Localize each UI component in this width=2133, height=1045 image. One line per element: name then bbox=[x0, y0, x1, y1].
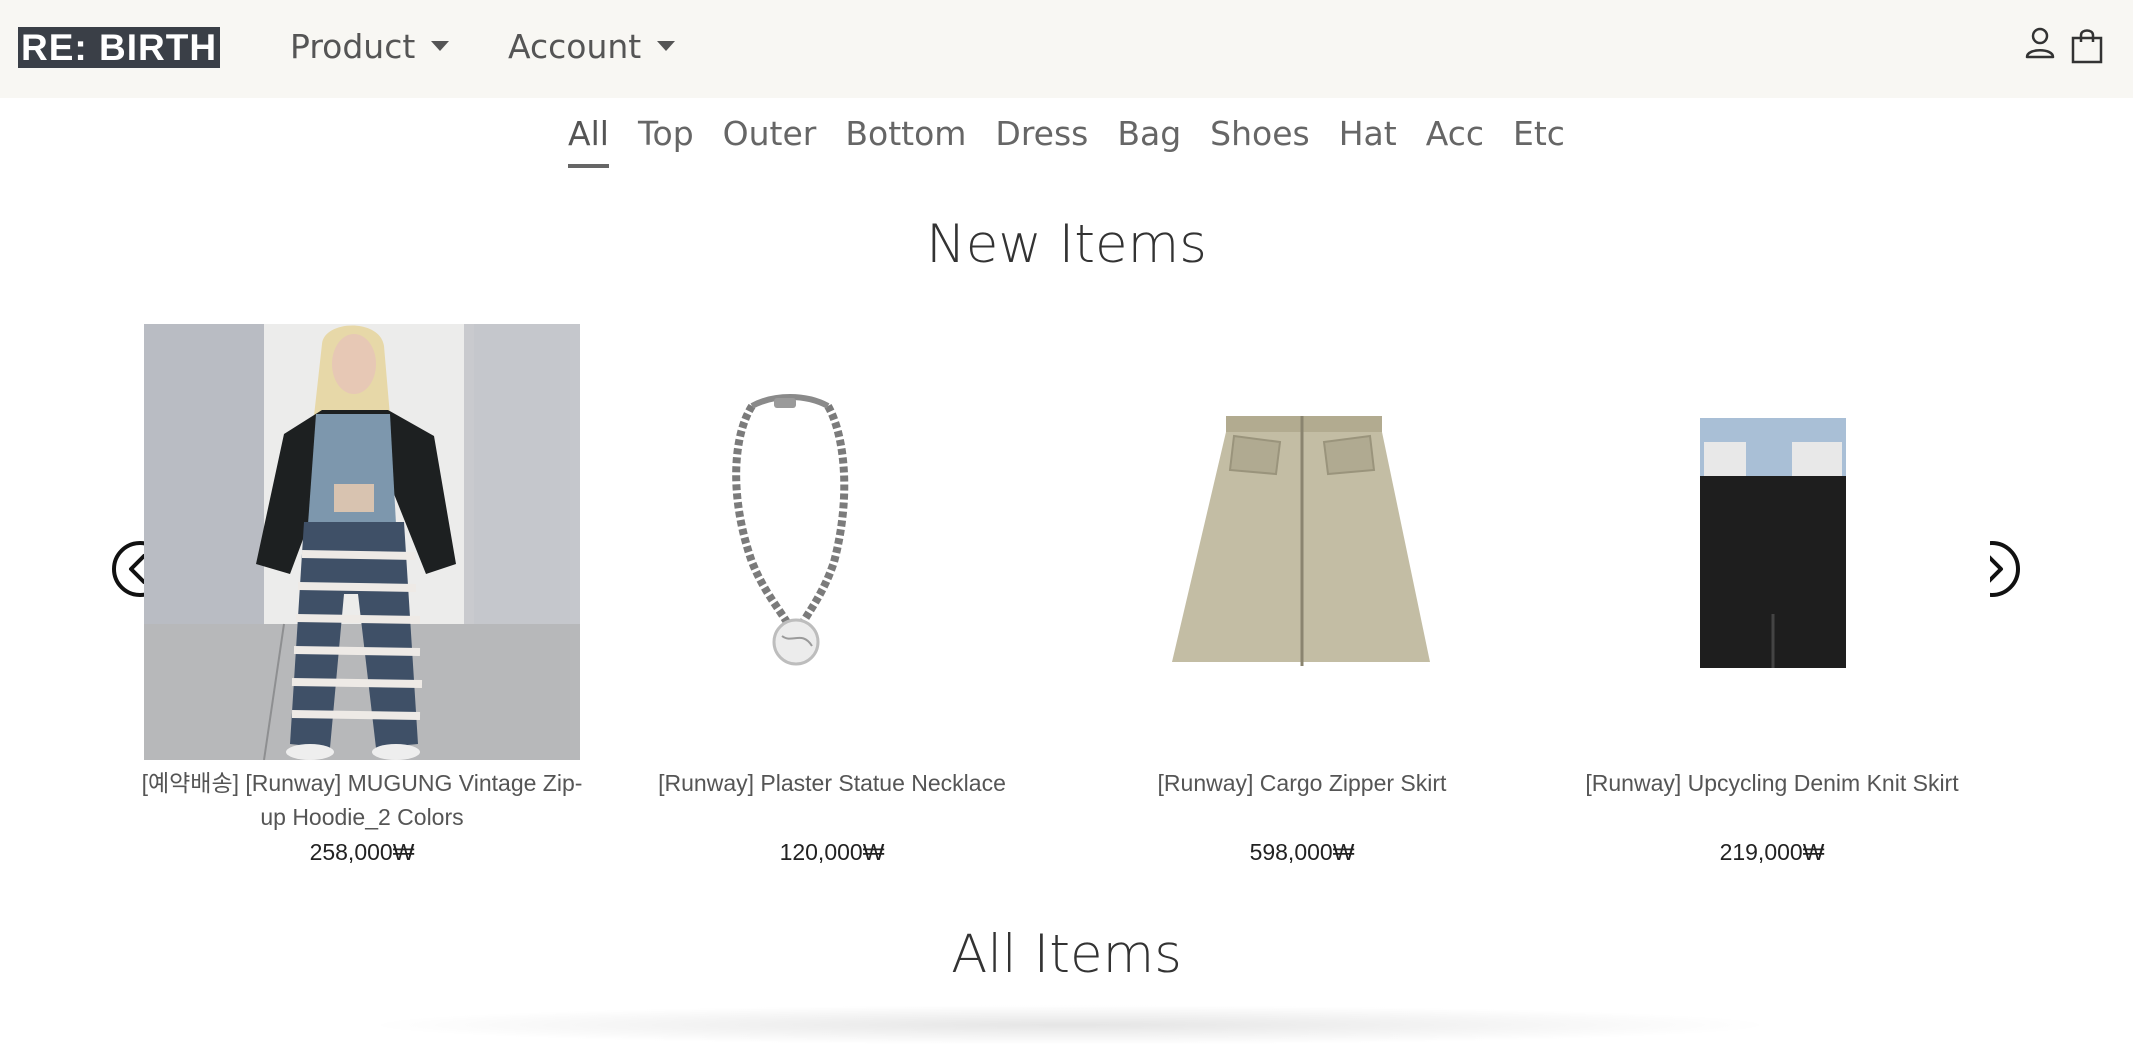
user-icon[interactable] bbox=[2024, 26, 2056, 62]
category-tab-shoes[interactable]: Shoes bbox=[1210, 114, 1310, 164]
product-image-necklace[interactable] bbox=[614, 324, 1050, 760]
product-price: 258,000₩ bbox=[309, 839, 415, 865]
product-name[interactable]: [예약배송] [Runway] MUGUNG Vintage Zip-up Ho… bbox=[134, 766, 590, 834]
category-tab-top[interactable]: Top bbox=[638, 114, 694, 164]
category-tabs: All Top Outer Bottom Dress Bag Shoes Hat… bbox=[0, 114, 2133, 168]
product-card[interactable]: [Runway] Plaster Statue Necklace 120,000… bbox=[614, 324, 1050, 869]
brand-logo[interactable]: RE: BIRTH bbox=[18, 27, 221, 68]
product-card[interactable]: [Runway] Cargo Zipper Skirt 598,000₩ bbox=[1084, 324, 1520, 869]
caret-down-icon bbox=[431, 41, 450, 51]
product-image-cargo-skirt[interactable] bbox=[1084, 324, 1520, 760]
top-navbar: RE: BIRTH Product Account bbox=[0, 0, 2133, 98]
category-tab-bottom[interactable]: Bottom bbox=[845, 114, 966, 164]
product-name[interactable]: [Runway] Upcycling Denim Knit Skirt bbox=[1544, 766, 2000, 800]
product-image-hoodie[interactable] bbox=[144, 324, 580, 760]
new-items-heading: New Items bbox=[926, 214, 1207, 275]
product-dropdown-label: Product bbox=[290, 26, 416, 66]
content-shadow bbox=[360, 1005, 1780, 1045]
category-tab-etc[interactable]: Etc bbox=[1513, 114, 1565, 164]
account-dropdown-label: Account bbox=[508, 26, 642, 66]
shopping-bag-icon[interactable] bbox=[2070, 26, 2104, 64]
category-tab-acc[interactable]: Acc bbox=[1426, 114, 1484, 164]
category-tab-bag[interactable]: Bag bbox=[1117, 114, 1181, 164]
product-name[interactable]: [Runway] Plaster Statue Necklace bbox=[604, 766, 1060, 800]
category-tab-all[interactable]: All bbox=[568, 114, 609, 168]
product-image-denim-skirt[interactable] bbox=[1554, 324, 1990, 760]
product-card[interactable]: [예약배송] [Runway] MUGUNG Vintage Zip-up Ho… bbox=[142, 324, 582, 869]
category-tab-hat[interactable]: Hat bbox=[1339, 114, 1397, 164]
product-name[interactable]: [Runway] Cargo Zipper Skirt bbox=[1074, 766, 1530, 800]
product-price: 598,000₩ bbox=[1249, 839, 1355, 865]
caret-down-icon bbox=[657, 41, 676, 51]
category-tab-outer[interactable]: Outer bbox=[723, 114, 817, 164]
product-dropdown[interactable]: Product bbox=[290, 24, 450, 68]
product-price: 120,000₩ bbox=[779, 839, 885, 865]
all-items-heading: All Items bbox=[951, 924, 1182, 985]
account-dropdown[interactable]: Account bbox=[508, 24, 676, 68]
product-card[interactable]: [Runway] Upcycling Denim Knit Skirt 219,… bbox=[1554, 324, 1990, 869]
product-price: 219,000₩ bbox=[1719, 839, 1825, 865]
category-tab-dress[interactable]: Dress bbox=[995, 114, 1088, 164]
